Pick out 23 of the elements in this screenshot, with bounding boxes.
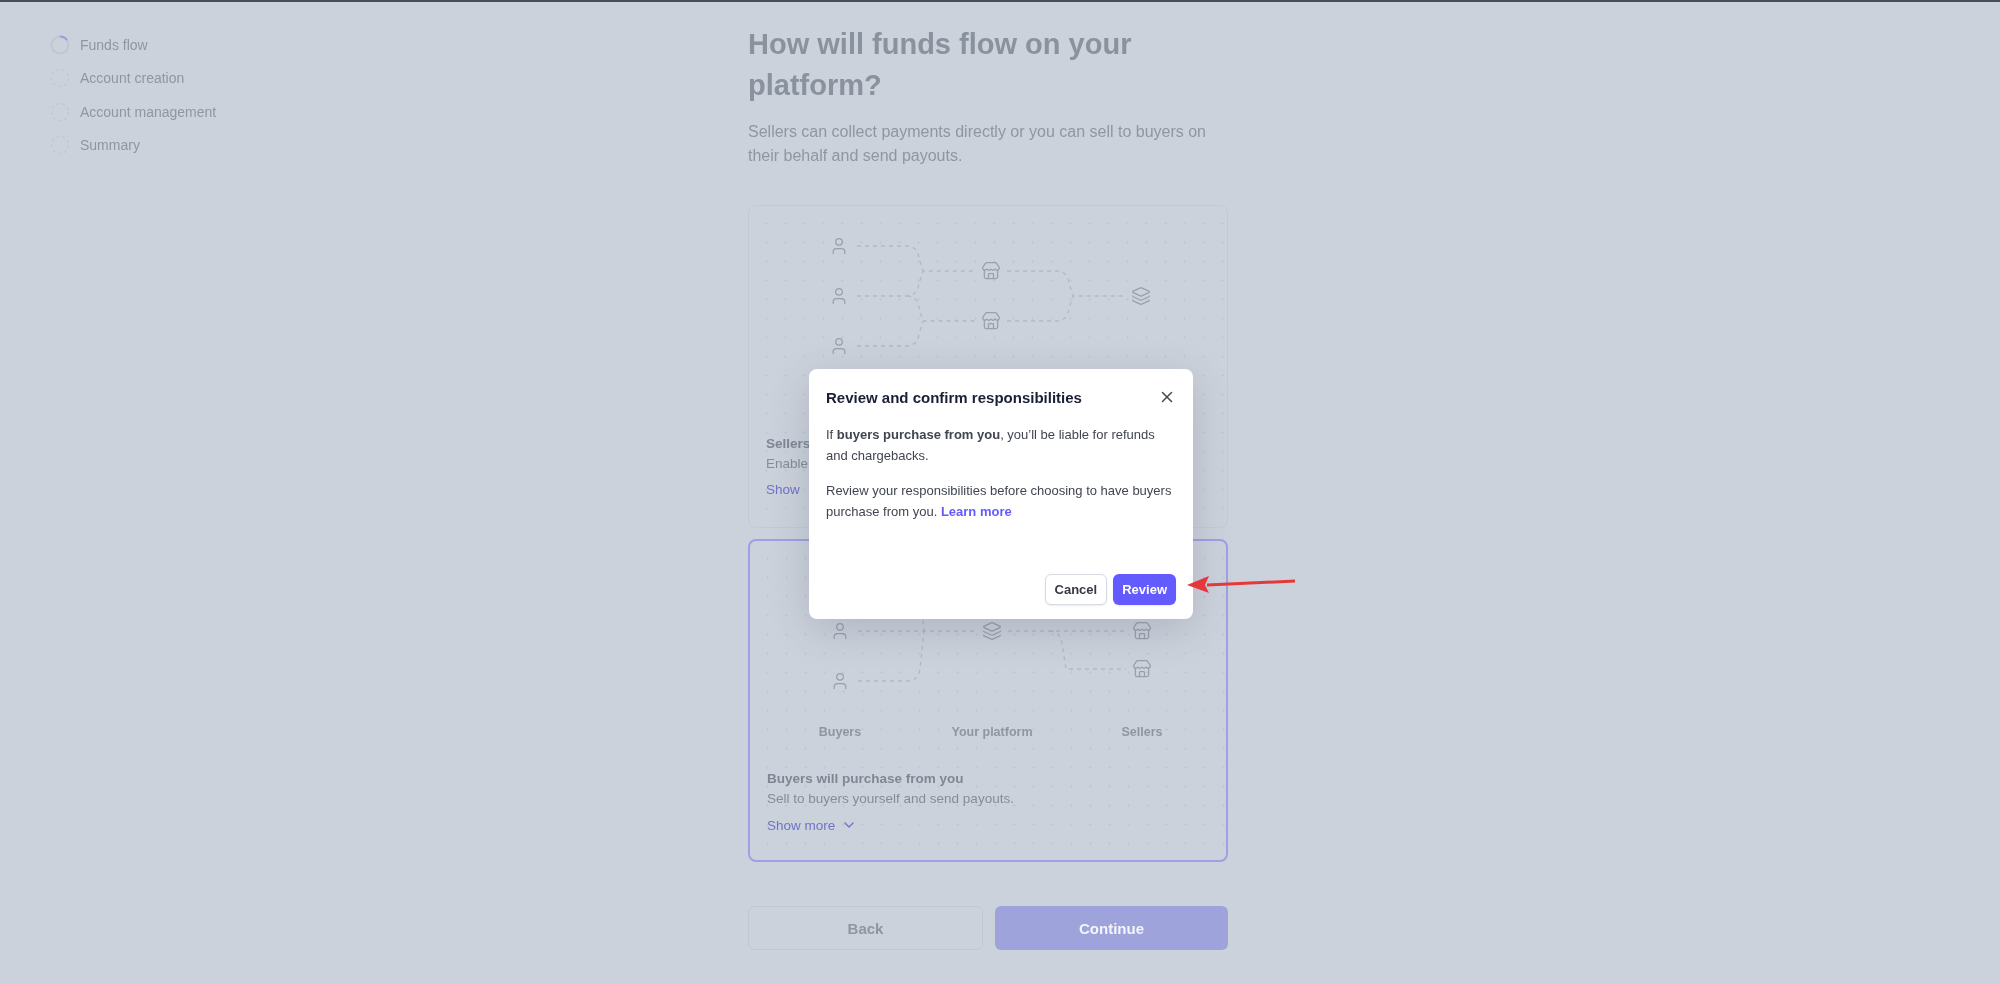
dialog-text: If buyers purchase from you, you’ll be liable for refunds and chargebacks.	[826, 426, 1156, 465]
page-subtitle: Sellers can collect payments directly or you can sell to buyers on their behalf and send payouts.	[748, 122, 1207, 166]
node-label: Sellers	[1121, 725, 1163, 739]
back-button[interactable]: Back	[748, 906, 983, 950]
option-title: Sellers	[766, 435, 811, 453]
option-description: Enable	[766, 455, 809, 473]
show-more-link[interactable]: Show more	[767, 817, 858, 833]
node-label: Your platform	[951, 725, 1033, 739]
review-button[interactable]: Review	[1113, 574, 1176, 605]
node-label: Buyers	[818, 725, 862, 739]
continue-button[interactable]: Continue	[995, 906, 1228, 950]
dialog-text: Review your responsibilities before choosing to have buyers purchase from you. Learn more	[826, 482, 1173, 521]
option-description: Sell to buyers yourself and send payouts.	[767, 790, 1014, 808]
step-label: Account creation	[80, 70, 185, 86]
dialog-title: Review and confirm responsibilities	[826, 388, 1082, 406]
step-label: Funds flow	[80, 36, 148, 53]
cancel-button[interactable]: Cancel	[1044, 574, 1108, 605]
learn-more-link[interactable]: Learn more	[940, 504, 1012, 519]
page-heading: How will funds flow on your platform?	[748, 27, 1133, 103]
step-label: Summary	[80, 137, 140, 153]
show-more-link[interactable]: Show	[766, 482, 800, 497]
option-title: Buyers will purchase from you	[767, 770, 964, 788]
step-label: Account management	[80, 103, 217, 120]
